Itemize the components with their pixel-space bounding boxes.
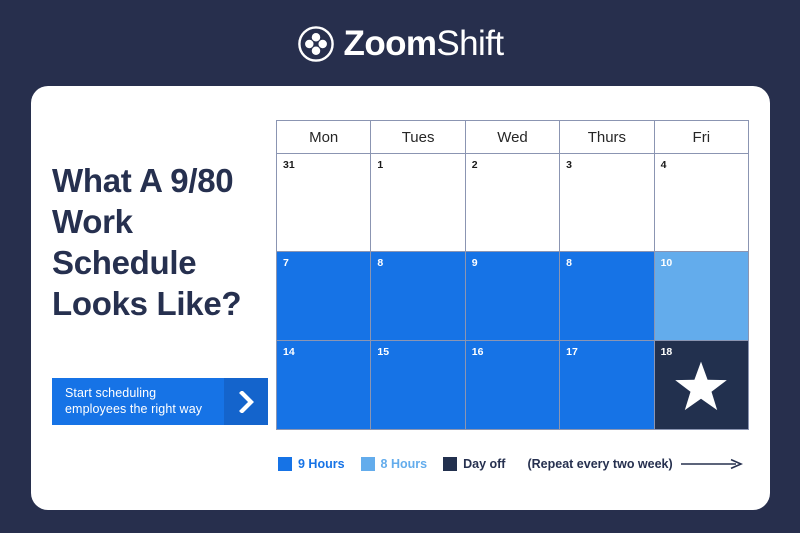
day-number: 1: [377, 159, 384, 171]
day-header-thurs: Thurs: [559, 120, 655, 154]
brand-wordmark: ZoomShift: [343, 24, 505, 63]
legend-note-text: (Repeat every two week): [527, 457, 673, 471]
brand-name-strong: Zoom: [343, 24, 437, 63]
day-number: 4: [660, 159, 667, 171]
calendar-day-cell[interactable]: 16: [464, 340, 561, 430]
infographic-page: ZoomShift What A 9/80 Work Schedule Look…: [0, 0, 800, 533]
calendar-week-row: 14 15 16 17 18: [275, 340, 750, 430]
cta-label: Start scheduling employees the right way: [52, 378, 224, 425]
schedule-calendar: Mon Tues Wed Thurs Fri 31 1 2 3 4 7 8 9 …: [275, 120, 750, 430]
brand-header: ZoomShift: [0, 19, 800, 69]
legend-note: (Repeat every two week): [527, 457, 743, 471]
calendar-header-row: Mon Tues Wed Thurs Fri: [275, 120, 750, 154]
legend-swatch-9-hours: [278, 457, 292, 471]
calendar-day-cell-day-off[interactable]: 18: [653, 340, 750, 430]
day-number: 31: [283, 159, 295, 171]
long-right-arrow-icon: [680, 458, 743, 470]
calendar-day-cell[interactable]: 2: [464, 153, 561, 252]
page-title: What A 9/80 Work Schedule Looks Like?: [52, 162, 242, 322]
legend-label-9-hours: 9 Hours: [298, 457, 345, 471]
zoomshift-clover-circle-icon: [297, 25, 335, 63]
calendar-day-cell[interactable]: 8: [559, 251, 655, 341]
day-number: 16: [471, 346, 484, 358]
day-number: 15: [377, 346, 390, 358]
cta-label-line1: Start scheduling: [65, 386, 157, 400]
day-number: 18: [660, 346, 673, 358]
calendar-day-cell[interactable]: 10: [653, 251, 750, 341]
calendar-week-row: 7 8 9 8 10: [275, 251, 750, 341]
calendar-day-cell[interactable]: 7: [275, 251, 372, 341]
star-icon: [655, 360, 748, 414]
day-number: 7: [283, 257, 289, 269]
calendar-day-cell[interactable]: 31: [275, 153, 372, 252]
day-number: 9: [471, 257, 478, 269]
day-header-tues: Tues: [370, 120, 466, 154]
day-number: 17: [566, 346, 578, 358]
day-number: 8: [377, 257, 384, 269]
day-number: 2: [471, 159, 478, 171]
day-header-mon: Mon: [275, 120, 372, 154]
brand-name-light: Shift: [436, 24, 504, 63]
day-number: 14: [283, 346, 295, 358]
legend-item-8-hours: 8 Hours: [360, 457, 428, 471]
start-scheduling-button[interactable]: Start scheduling employees the right way: [52, 378, 268, 425]
calendar-day-cell[interactable]: 3: [559, 153, 655, 252]
legend-swatch-day-off: [443, 457, 458, 471]
calendar-day-cell[interactable]: 9: [464, 251, 561, 341]
legend: 9 Hours 8 Hours Day off (Repeat every tw…: [278, 455, 758, 473]
day-number: 8: [566, 257, 573, 269]
cta-label-line2: employees the right way: [65, 401, 203, 416]
content-card: What A 9/80 Work Schedule Looks Like? St…: [31, 86, 770, 510]
chevron-right-icon[interactable]: [224, 378, 268, 425]
calendar-day-cell[interactable]: 17: [559, 340, 655, 430]
calendar-week-row: 31 1 2 3 4: [275, 153, 750, 252]
legend-label-day-off: Day off: [463, 457, 506, 471]
legend-item-9-hours: 9 Hours: [278, 457, 345, 471]
day-number: 10: [660, 257, 673, 269]
calendar-day-cell[interactable]: 8: [370, 251, 466, 341]
calendar-day-cell[interactable]: 4: [653, 153, 750, 252]
hero-text-block: What A 9/80 Work Schedule Looks Like?: [52, 160, 283, 324]
legend-swatch-8-hours: [360, 457, 375, 471]
day-number: 3: [566, 159, 573, 171]
calendar-day-cell[interactable]: 15: [370, 340, 466, 430]
calendar-day-cell[interactable]: 1: [370, 153, 466, 252]
legend-label-8-hours: 8 Hours: [380, 457, 428, 471]
day-header-wed: Wed: [464, 120, 561, 154]
calendar-day-cell[interactable]: 14: [275, 340, 372, 430]
day-header-fri: Fri: [653, 120, 750, 154]
legend-item-day-off: Day off: [443, 457, 505, 471]
calendar-grid: Mon Tues Wed Thurs Fri 31 1 2 3 4 7 8 9 …: [275, 120, 750, 430]
